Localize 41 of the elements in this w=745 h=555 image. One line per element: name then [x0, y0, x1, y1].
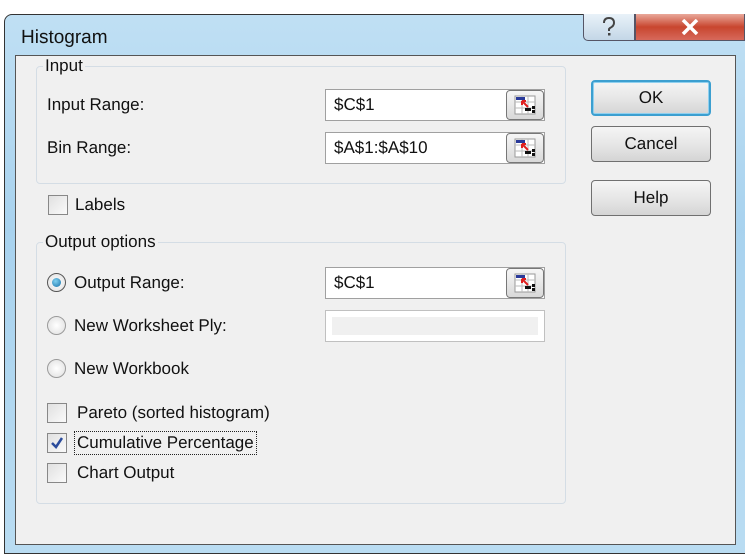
- range-field[interactable]: $A$1:$A$10: [325, 132, 545, 164]
- range-field[interactable]: $C$1: [325, 88, 545, 120]
- labels-checkbox[interactable]: Labels: [48, 190, 566, 220]
- input-field[interactable]: [325, 310, 545, 342]
- dialog-button[interactable]: Cancel: [591, 126, 711, 162]
- help-button[interactable]: [583, 14, 635, 41]
- checkbox[interactable]: [47, 433, 67, 453]
- close-icon: [681, 19, 699, 35]
- field-value: $C$1: [333, 272, 375, 292]
- group-title: Input: [43, 56, 85, 76]
- window-title: Histogram: [21, 27, 108, 49]
- radio-button[interactable]: [47, 359, 66, 378]
- field-value: $A$1:$A$10: [333, 138, 428, 158]
- checkmark-icon: [50, 436, 64, 450]
- field-value: $C$1: [333, 94, 375, 114]
- checkbox[interactable]: [47, 463, 67, 483]
- checkbox-label: Chart Output: [76, 462, 176, 484]
- question-mark-icon: [602, 17, 616, 37]
- radio-button[interactable]: [47, 316, 66, 335]
- radio-label: New Worksheet Ply:: [74, 316, 227, 336]
- group-title: Output options: [43, 232, 158, 252]
- collapse-dialog-button[interactable]: [506, 132, 544, 162]
- collapse-dialog-button[interactable]: [506, 268, 544, 298]
- checkbox[interactable]: [48, 195, 68, 215]
- close-button[interactable]: [635, 14, 745, 41]
- range-picker-icon: [514, 272, 536, 292]
- collapse-dialog-button[interactable]: [506, 90, 544, 120]
- range-picker-icon: [514, 94, 536, 114]
- range-picker-icon: [514, 138, 536, 158]
- field-label: Input Range:: [47, 94, 144, 114]
- radio-label: New Workbook: [74, 358, 189, 378]
- checkbox[interactable]: [47, 403, 67, 423]
- checkbox-label: Labels: [75, 195, 126, 215]
- dialog-button[interactable]: Help: [591, 180, 711, 216]
- dialog-button[interactable]: OK: [591, 80, 711, 116]
- radio-button[interactable]: [47, 273, 66, 292]
- checkbox-label: Cumulative Percentage: [74, 431, 257, 455]
- radio-label: Output Range:: [74, 272, 185, 292]
- checkbox-label: Pareto (sorted histogram): [76, 402, 271, 424]
- field-label: Bin Range:: [47, 138, 132, 158]
- range-field[interactable]: $C$1: [325, 266, 545, 298]
